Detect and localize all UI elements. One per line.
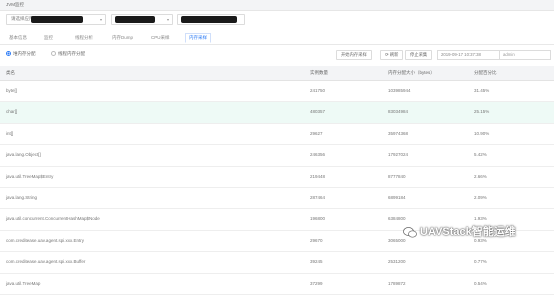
cell-class: com.creditease.uav.agent.spi.xxx.Entry <box>6 237 84 243</box>
cell-class: char[] <box>6 109 18 115</box>
cell-bytes: 83034984 <box>388 109 409 115</box>
cell-bytes: 35974368 <box>388 130 409 136</box>
radio-checked-icon <box>6 51 11 57</box>
redacted-value <box>115 16 155 23</box>
cell-instances: 246356 <box>310 152 326 158</box>
radio-thread-allocation[interactable]: 线程内存分配 <box>51 51 85 57</box>
cell-percent: 31.45% <box>474 88 490 93</box>
cell-instances: 29627 <box>310 130 323 136</box>
watermark: UAVStack智能运维 <box>403 223 551 241</box>
cell-instances: 241750 <box>310 88 326 93</box>
cell-class: int[] <box>6 130 14 136</box>
cell-percent: 1.93% <box>474 216 487 222</box>
cell-instances: 480357 <box>310 109 326 115</box>
table-row[interactable]: java.lang.Object[] 246356 17927024 5.42% <box>0 145 554 167</box>
stop-sampling-button[interactable]: 停止采集 <box>405 50 433 60</box>
table-row[interactable]: byte[] 241750 103985944 31.45% <box>0 81 554 103</box>
cell-bytes: 8777840 <box>388 173 406 179</box>
tab-bar: 基本信息 监控 线程分析 内存Dump CPU采样 内存采样 <box>0 32 554 45</box>
column-header-class[interactable]: 类名 <box>6 70 15 76</box>
column-header-percent[interactable]: 分配百分比 <box>474 70 497 76</box>
app-instance-select[interactable]: 请选择应用实例 ▾ <box>6 14 106 25</box>
redacted-value <box>181 16 237 23</box>
cell-bytes: 6384800 <box>388 216 406 222</box>
cell-class: java.lang.Object[] <box>6 152 41 158</box>
cell-percent: 2.66% <box>474 173 487 179</box>
chevron-down-icon: ▾ <box>166 17 169 22</box>
cell-percent: 0.54% <box>474 280 487 286</box>
cell-bytes: 103985944 <box>388 88 411 93</box>
cell-instances: 29670 <box>310 237 323 243</box>
table-header: 类名 实例数量 内存分配大小（bytes） 分配百分比 <box>0 66 554 81</box>
instance-selector-row: 请选择应用实例 ▾ ▾ <box>0 12 554 26</box>
cell-bytes: 2531200 <box>388 259 406 265</box>
cell-class: com.creditease.uav.agent.spi.xxx.Buffer <box>6 259 86 265</box>
memory-allocation-table: 类名 实例数量 内存分配大小（bytes） 分配百分比 byte[] 24175… <box>0 66 554 295</box>
refresh-icon: ⟳ <box>385 52 389 57</box>
cell-instances: 37299 <box>310 280 323 286</box>
cell-percent: 0.77% <box>474 259 487 265</box>
cell-bytes: 17927024 <box>388 152 409 158</box>
refresh-button[interactable]: ⟳ 刷新 <box>380 50 404 60</box>
table-row[interactable]: java.lang.String 287464 6899184 2.09% <box>0 188 554 210</box>
cell-class: byte[] <box>6 88 18 93</box>
table-row[interactable]: char[] 480357 83034984 25.15% <box>0 102 554 124</box>
cell-bytes: 6899184 <box>388 194 406 200</box>
cell-percent: 5.42% <box>474 152 487 158</box>
cell-class: java.util.TreeMap$Entry <box>6 173 54 179</box>
cell-instances: 219448 <box>310 173 326 179</box>
table-row[interactable]: java.util.TreeMap$Entry 219448 8777840 2… <box>0 167 554 188</box>
user-field[interactable]: admin <box>499 50 551 60</box>
cell-percent: 10.90% <box>474 130 490 136</box>
process-select[interactable] <box>177 14 245 25</box>
timestamp-field[interactable]: 2019-09-17 10:37:38 <box>437 50 500 60</box>
tab-monitor[interactable]: 监控 <box>41 34 56 42</box>
cell-percent: 2.09% <box>474 194 487 200</box>
cell-class: java.util.TreeMap <box>6 280 41 286</box>
redacted-value <box>31 16 83 23</box>
cell-percent: 25.15% <box>474 109 490 115</box>
cell-instances: 196800 <box>310 216 326 222</box>
cell-bytes: 1789872 <box>388 280 406 286</box>
table-row[interactable]: java.util.TreeMap 37299 1789872 0.54% <box>0 274 554 295</box>
column-header-bytes[interactable]: 内存分配大小（bytes） <box>388 70 435 76</box>
radio-heap-allocation[interactable]: 堆内存分配 <box>6 51 36 57</box>
radio-unchecked-icon <box>51 51 56 57</box>
tab-thread-analysis[interactable]: 线程分析 <box>72 34 96 42</box>
wechat-icon <box>403 226 417 238</box>
chevron-down-icon: ▾ <box>99 17 102 22</box>
column-header-instances[interactable]: 实例数量 <box>310 70 328 76</box>
table-row[interactable]: com.creditease.uav.agent.spi.xxx.Buffer … <box>0 252 554 274</box>
start-sampling-button[interactable]: 开始内存采样 <box>336 50 372 60</box>
tab-memory-sampling[interactable]: 内存采样 <box>185 33 211 43</box>
cell-instances: 39245 <box>310 259 323 265</box>
tab-basic-info[interactable]: 基本信息 <box>6 34 30 42</box>
tab-memory-dump[interactable]: 内存Dump <box>109 34 136 42</box>
cell-class: java.util.concurrent.ConcurrentHashMap$N… <box>6 216 100 222</box>
tab-cpu-sampling[interactable]: CPU采样 <box>148 34 173 42</box>
cell-instances: 287464 <box>310 194 326 200</box>
table-row[interactable]: int[] 29627 35974368 10.90% <box>0 124 554 146</box>
page-title: JVM监控 <box>0 0 554 11</box>
cell-class: java.lang.String <box>6 194 38 200</box>
host-select[interactable]: ▾ <box>111 14 173 25</box>
